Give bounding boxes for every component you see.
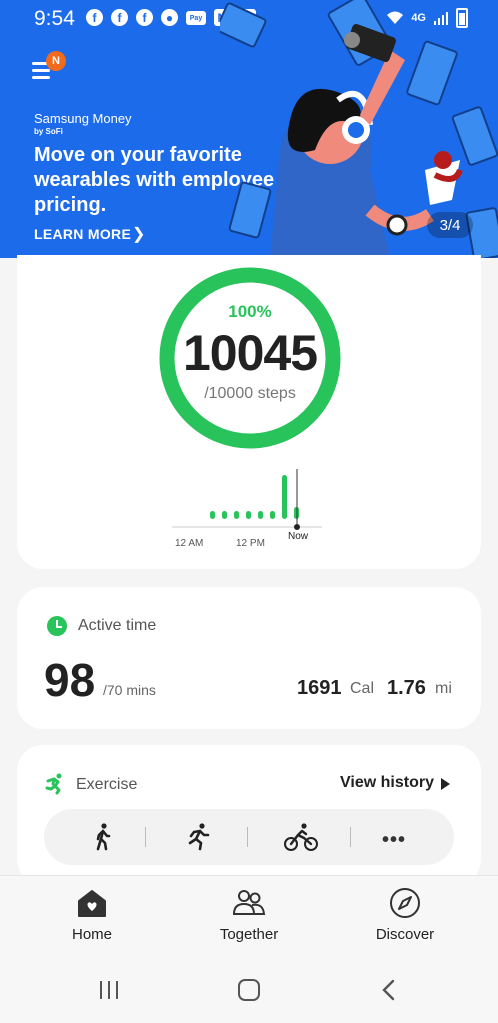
steps-percent: 100% bbox=[228, 302, 272, 321]
people-icon bbox=[232, 890, 266, 915]
compass-icon bbox=[390, 888, 420, 918]
brand-name: Samsung Money bbox=[34, 111, 132, 126]
bottom-navigation: Home Together Discover bbox=[0, 875, 498, 955]
exercise-types-bar: ••• bbox=[44, 809, 454, 865]
promo-banner[interactable]: 9:54 f f f ● Pay M ♥ 4G N Samsung Money … bbox=[0, 0, 498, 258]
nav-home-label: Home bbox=[71, 926, 112, 943]
clock-icon bbox=[47, 616, 67, 636]
bike-icon[interactable] bbox=[284, 822, 318, 852]
active-time-card[interactable]: Active time 98 /70 mins 1691 Cal 1.76 mi bbox=[17, 587, 481, 729]
home-icon bbox=[78, 890, 106, 917]
chevron-right-icon: ❯ bbox=[132, 226, 146, 243]
exercise-card[interactable]: Exercise View history ••• bbox=[17, 745, 481, 885]
distance-value: 1.76 bbox=[387, 677, 426, 699]
brand-subtitle: by SoFi bbox=[34, 127, 63, 136]
exercise-title: Exercise bbox=[76, 776, 138, 793]
nav-together[interactable]: Together bbox=[189, 886, 309, 943]
nav-together-label: Together bbox=[219, 926, 279, 943]
banner-pager: 3/4 bbox=[427, 212, 473, 238]
facebook-icon: f bbox=[111, 9, 128, 26]
nav-discover-label: Discover bbox=[375, 926, 435, 943]
active-time-value: 98 bbox=[44, 654, 96, 706]
distance-unit: mi bbox=[435, 680, 452, 697]
nav-home[interactable]: Home bbox=[32, 886, 152, 943]
facebook-icon: f bbox=[136, 9, 153, 26]
calories-unit: Cal bbox=[350, 680, 375, 697]
facebook-icon: f bbox=[86, 9, 103, 26]
nav-discover[interactable]: Discover bbox=[345, 886, 465, 943]
system-navigation bbox=[0, 955, 498, 1023]
status-time: 9:54 bbox=[34, 7, 75, 30]
learn-more-link[interactable]: LEARN MORE bbox=[34, 226, 131, 242]
pay-icon: Pay bbox=[186, 11, 206, 25]
exercise-icon bbox=[45, 773, 62, 795]
divider bbox=[145, 827, 146, 847]
chart-tick-12am: 12 AM bbox=[175, 538, 204, 549]
steps-card[interactable]: 100% 10045 /10000 steps 12 AM 12 PM Now bbox=[17, 255, 481, 569]
chart-bars bbox=[210, 475, 299, 519]
run-icon[interactable] bbox=[183, 822, 213, 852]
recent-apps-icon[interactable] bbox=[96, 977, 122, 1003]
chart-tick-now: Now bbox=[288, 531, 309, 542]
walk-icon[interactable] bbox=[88, 822, 118, 852]
divider bbox=[350, 827, 351, 847]
active-time-goal: /70 mins bbox=[103, 682, 156, 698]
view-history-link[interactable]: View history bbox=[340, 774, 434, 792]
steps-goal: /10000 steps bbox=[204, 385, 296, 402]
notification-badge: N bbox=[46, 51, 66, 71]
account-icon: ● bbox=[161, 9, 178, 26]
active-time-title: Active time bbox=[78, 617, 157, 634]
back-icon[interactable] bbox=[376, 977, 402, 1003]
home-system-icon[interactable] bbox=[236, 977, 262, 1003]
more-icon[interactable]: ••• bbox=[382, 829, 406, 852]
calories-value: 1691 bbox=[297, 677, 342, 699]
chart-tick-12pm: 12 PM bbox=[236, 538, 265, 549]
steps-count: 10045 bbox=[182, 325, 318, 381]
divider bbox=[247, 827, 248, 847]
play-arrow-icon bbox=[441, 778, 450, 790]
